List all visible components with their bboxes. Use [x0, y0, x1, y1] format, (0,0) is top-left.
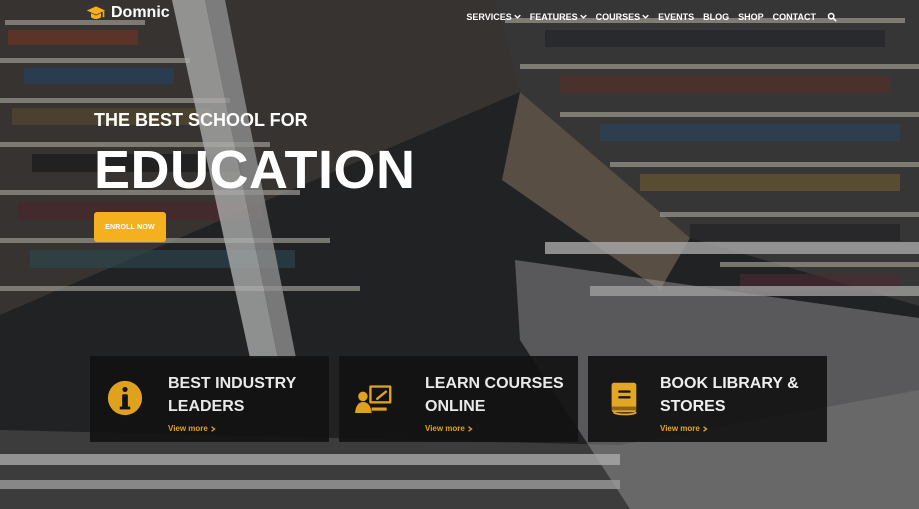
- feature-title: BOOK LIBRARY & STORES: [660, 372, 810, 418]
- view-more-label: View more: [425, 424, 465, 433]
- view-more-link[interactable]: View more: [168, 424, 216, 434]
- nav-contact[interactable]: CONTACT: [773, 11, 816, 23]
- chevron-down-icon: [642, 14, 649, 19]
- feature-title-line: BEST INDUSTRY: [168, 375, 297, 392]
- chevron-right-icon: [702, 426, 708, 432]
- nav-events[interactable]: EVENTS: [658, 11, 694, 23]
- nav-shop-label: SHOP: [738, 12, 764, 22]
- chevron-right-icon: [210, 426, 216, 432]
- feature-title-line: ONLINE: [425, 398, 486, 415]
- top-navigation-bar: Domnic SERVICES FEATURES COURSES EVENTS …: [0, 0, 919, 34]
- online-teacher-icon: [355, 385, 392, 414]
- feature-copy: LEARN COURSES ONLINE View more: [425, 372, 575, 436]
- feature-copy: BOOK LIBRARY & STORES View more: [660, 372, 810, 436]
- feature-title-line: BOOK LIBRARY &: [660, 375, 799, 392]
- feature-title: LEARN COURSES ONLINE: [425, 372, 575, 418]
- nav-courses[interactable]: COURSES: [596, 11, 650, 23]
- feature-title-line: STORES: [660, 398, 726, 415]
- nav-contact-label: CONTACT: [772, 12, 816, 22]
- nav-features[interactable]: FEATURES: [530, 11, 587, 23]
- view-more-link[interactable]: View more: [425, 424, 473, 434]
- nav-events-label: EVENTS: [658, 12, 695, 22]
- chevron-right-icon: [467, 426, 473, 432]
- main-navigation: SERVICES FEATURES COURSES EVENTS BLOG SH…: [466, 11, 837, 23]
- hero-title: EDUCATION: [94, 140, 416, 200]
- nav-features-label: FEATURES: [529, 12, 578, 22]
- nav-services-label: SERVICES: [466, 12, 512, 22]
- chevron-down-icon: [513, 14, 521, 19]
- search-icon[interactable]: [827, 12, 837, 22]
- feature-title-line: LEARN COURSES: [425, 375, 564, 392]
- nav-shop[interactable]: SHOP: [738, 11, 764, 23]
- feature-card-book-library: BOOK LIBRARY & STORES View more: [588, 356, 827, 442]
- feature-card-online-courses: LEARN COURSES ONLINE View more: [339, 356, 578, 442]
- landing-page: Domnic SERVICES FEATURES COURSES EVENTS …: [0, 0, 919, 509]
- nav-courses-label: COURSES: [595, 12, 641, 22]
- nav-blog-label: BLOG: [703, 12, 730, 22]
- view-more-link[interactable]: View more: [660, 424, 708, 434]
- feature-card-industry-leaders: BEST INDUSTRY LEADERS View more: [90, 356, 329, 442]
- feature-title: BEST INDUSTRY LEADERS: [168, 372, 318, 418]
- site-logo-text: Domnic: [111, 4, 170, 21]
- hero-section: THE BEST SCHOOL FOR EDUCATION ENROLL NOW: [94, 106, 416, 242]
- book-icon: [611, 382, 637, 416]
- enroll-now-button[interactable]: ENROLL NOW: [94, 212, 166, 242]
- feature-title-line: LEADERS: [168, 398, 245, 415]
- info-icon: [107, 380, 143, 416]
- feature-cards: BEST INDUSTRY LEADERS View more LEARN CO…: [90, 356, 827, 442]
- hero-kicker: THE BEST SCHOOL FOR: [94, 110, 308, 130]
- feature-copy: BEST INDUSTRY LEADERS View more: [168, 372, 318, 436]
- graduation-cap-icon: [86, 6, 106, 20]
- nav-services[interactable]: SERVICES: [466, 11, 521, 23]
- view-more-label: View more: [660, 424, 700, 433]
- nav-blog[interactable]: BLOG: [703, 11, 729, 23]
- site-logo[interactable]: Domnic: [86, 3, 170, 23]
- view-more-label: View more: [168, 424, 208, 433]
- chevron-down-icon: [579, 14, 587, 19]
